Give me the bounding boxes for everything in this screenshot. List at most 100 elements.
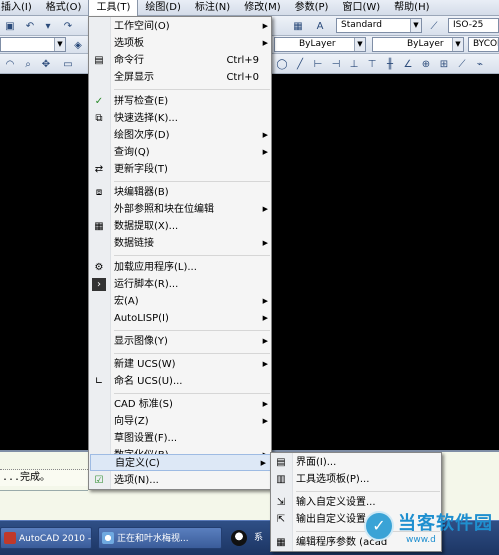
- menu-item-workspaces[interactable]: 工作空间(O) ▶: [89, 18, 273, 35]
- interface-icon: ▤: [276, 457, 286, 468]
- submenu-arrow-icon: ▶: [262, 22, 268, 30]
- pan-icon[interactable]: ✥: [38, 57, 54, 71]
- dim-baseline-icon[interactable]: ╫: [382, 57, 398, 71]
- update-field-icon: ⇄: [94, 164, 104, 175]
- load-application-icon: ⚙: [94, 262, 104, 273]
- save-icon[interactable]: ▣: [2, 19, 18, 33]
- dim-angular-icon[interactable]: ∠: [400, 57, 416, 71]
- autocad-icon: [4, 532, 16, 544]
- menu-item-load-application[interactable]: ⚙ 加载应用程序(L)...: [89, 259, 273, 276]
- menu-item-run-script[interactable]: › 运行脚本(R)...: [89, 276, 273, 293]
- menu-item-command-line[interactable]: ▤ 命令行 Ctrl+9: [89, 52, 273, 69]
- layer-icon[interactable]: ◈: [70, 38, 86, 52]
- submenu-arrow-icon: ▶: [262, 131, 268, 139]
- dim-radius-icon[interactable]: ⊤: [364, 57, 380, 71]
- watermark: ✓ 当客软件园 www.d: [362, 505, 499, 555]
- submenu-item-interface[interactable]: ▤ 界面(I)...: [271, 454, 443, 471]
- taskbar-item-system[interactable]: 系: [254, 527, 263, 549]
- dim-style-icon[interactable]: ⟋: [426, 19, 442, 33]
- menu-item-palettes[interactable]: 选项板 ▶: [89, 35, 273, 52]
- arc-icon[interactable]: ◠: [2, 57, 18, 71]
- menu-item-macro[interactable]: 宏(A) ▶: [89, 293, 273, 310]
- lineweight-select[interactable]: BYCOL: [468, 37, 499, 52]
- menu-item-new-ucs[interactable]: 新建 UCS(W) ▶: [89, 356, 273, 373]
- chevron-down-icon: ▼: [54, 38, 65, 51]
- menu-format[interactable]: 格式(O): [39, 0, 89, 16]
- watermark-brand: 当客软件园: [398, 513, 493, 534]
- menu-item-wizards[interactable]: 向导(Z) ▶: [89, 413, 273, 430]
- menu-item-named-ucs[interactable]: ∟ 命名 UCS(U)...: [89, 373, 273, 390]
- taskbar-item-video-chat[interactable]: 正在和叶水梅视...: [98, 527, 222, 549]
- table-icon[interactable]: ▦: [290, 19, 306, 33]
- ucs-icon: ∟: [94, 376, 104, 387]
- block-editor-icon: ⧈: [95, 187, 103, 198]
- dropdown-arrow-icon[interactable]: ▾: [40, 19, 56, 33]
- menu-item-quick-select[interactable]: ⧉ 快速选择(K)...: [89, 110, 273, 127]
- submenu-item-tool-palettes[interactable]: ▥ 工具选项板(P)...: [271, 471, 443, 488]
- taskbar-item-autocad[interactable]: AutoCAD 2010 -...: [0, 527, 92, 549]
- menu-item-clean-screen[interactable]: 全屏显示 Ctrl+0: [89, 69, 273, 86]
- menu-item-autolisp[interactable]: AutoLISP(I) ▶: [89, 310, 273, 327]
- linetype-select[interactable]: ByLayer ▼: [372, 37, 464, 52]
- menu-item-options[interactable]: ☑ 选项(N)...: [89, 472, 273, 489]
- dim-update-icon[interactable]: ⌁: [472, 57, 488, 71]
- line-icon[interactable]: ╱: [292, 57, 308, 71]
- menu-draw[interactable]: 绘图(D): [138, 0, 188, 16]
- zoom-icon[interactable]: ⌕: [20, 57, 36, 71]
- menu-tools[interactable]: 工具(T): [88, 0, 139, 16]
- spellcheck-icon: ✓: [94, 96, 104, 107]
- center-mark-icon[interactable]: ⊕: [418, 57, 434, 71]
- dim-edit-icon[interactable]: ⟋: [454, 57, 470, 71]
- taskbar-item-qq[interactable]: [228, 527, 250, 549]
- text-style-select[interactable]: Standard ▼: [336, 18, 422, 33]
- submenu-arrow-icon: ▶: [262, 39, 268, 47]
- script-icon: ›: [92, 278, 106, 291]
- menu-item-display-image[interactable]: 显示图像(Y) ▶: [89, 333, 273, 350]
- rectangle-icon[interactable]: ▭: [60, 57, 76, 71]
- submenu-arrow-icon: ▶: [262, 400, 268, 408]
- submenu-arrow-icon: ▶: [262, 297, 268, 305]
- export-icon: ⇱: [276, 514, 286, 525]
- menu-item-xref-edit[interactable]: 外部参照和块在位编辑 ▶: [89, 201, 273, 218]
- submenu-arrow-icon: ▶: [262, 360, 268, 368]
- menu-help[interactable]: 帮助(H): [387, 0, 436, 16]
- menu-modify[interactable]: 修改(M): [237, 0, 287, 16]
- color-select[interactable]: ByLayer ▼: [274, 37, 366, 52]
- menu-window[interactable]: 窗口(W): [335, 0, 387, 16]
- menu-item-draw-order[interactable]: 绘图次序(D) ▶: [89, 127, 273, 144]
- menu-item-cad-standards[interactable]: CAD 标准(S) ▶: [89, 396, 273, 413]
- command-history-line: [0, 458, 88, 470]
- tools-menu: 工作空间(O) ▶ 选项板 ▶ ▤ 命令行 Ctrl+9 全屏显示 Ctrl+0…: [88, 16, 272, 490]
- menu-item-inquiry[interactable]: 查询(Q) ▶: [89, 144, 273, 161]
- submenu-arrow-icon: ▶: [262, 314, 268, 322]
- menu-item-data-extraction[interactable]: ▦ 数据提取(X)...: [89, 218, 273, 235]
- submenu-arrow-icon: ▶: [262, 239, 268, 247]
- redo-icon[interactable]: ↷: [60, 19, 76, 33]
- dim-aligned-icon[interactable]: ⊣: [328, 57, 344, 71]
- menu-item-update-fields[interactable]: ⇄ 更新字段(T): [89, 161, 273, 178]
- command-output: ...完成。: [0, 470, 88, 486]
- submenu-arrow-icon: ▶: [262, 417, 268, 425]
- menu-item-drafting-settings[interactable]: 草图设置(F)...: [89, 430, 273, 447]
- menu-parametric[interactable]: 参数(P): [288, 0, 336, 16]
- menu-bar: 插入(I) 格式(O) 工具(T) 绘图(D) 标注(N) 修改(M) 参数(P…: [0, 0, 499, 16]
- tolerance-icon[interactable]: ⊞: [436, 57, 452, 71]
- menu-insert[interactable]: 插入(I): [0, 0, 39, 16]
- submenu-arrow-icon: ▶: [260, 459, 266, 467]
- menu-dimension[interactable]: 标注(N): [188, 0, 237, 16]
- undo-icon[interactable]: ↶: [22, 19, 38, 33]
- menu-item-block-editor[interactable]: ⧈ 块编辑器(B): [89, 184, 273, 201]
- menu-item-customize[interactable]: 自定义(C) ▶: [90, 454, 272, 471]
- command-divider: [0, 490, 88, 491]
- menu-item-data-links[interactable]: 数据链接 ▶: [89, 235, 273, 252]
- circle-icon[interactable]: ◯: [274, 57, 290, 71]
- menu-item-spelling[interactable]: ✓ 拼写检查(E): [89, 93, 273, 110]
- dim-ordinate-icon[interactable]: ⊥: [346, 57, 362, 71]
- text-style-icon[interactable]: A: [312, 19, 328, 33]
- layer-select[interactable]: ▼: [0, 37, 66, 52]
- dim-linear-icon[interactable]: ⊢: [310, 57, 326, 71]
- tool-palette-icon: ▥: [276, 474, 286, 485]
- dim-style-select[interactable]: ISO-25: [448, 18, 499, 33]
- qq-penguin-icon: [231, 530, 247, 546]
- submenu-arrow-icon: ▶: [262, 148, 268, 156]
